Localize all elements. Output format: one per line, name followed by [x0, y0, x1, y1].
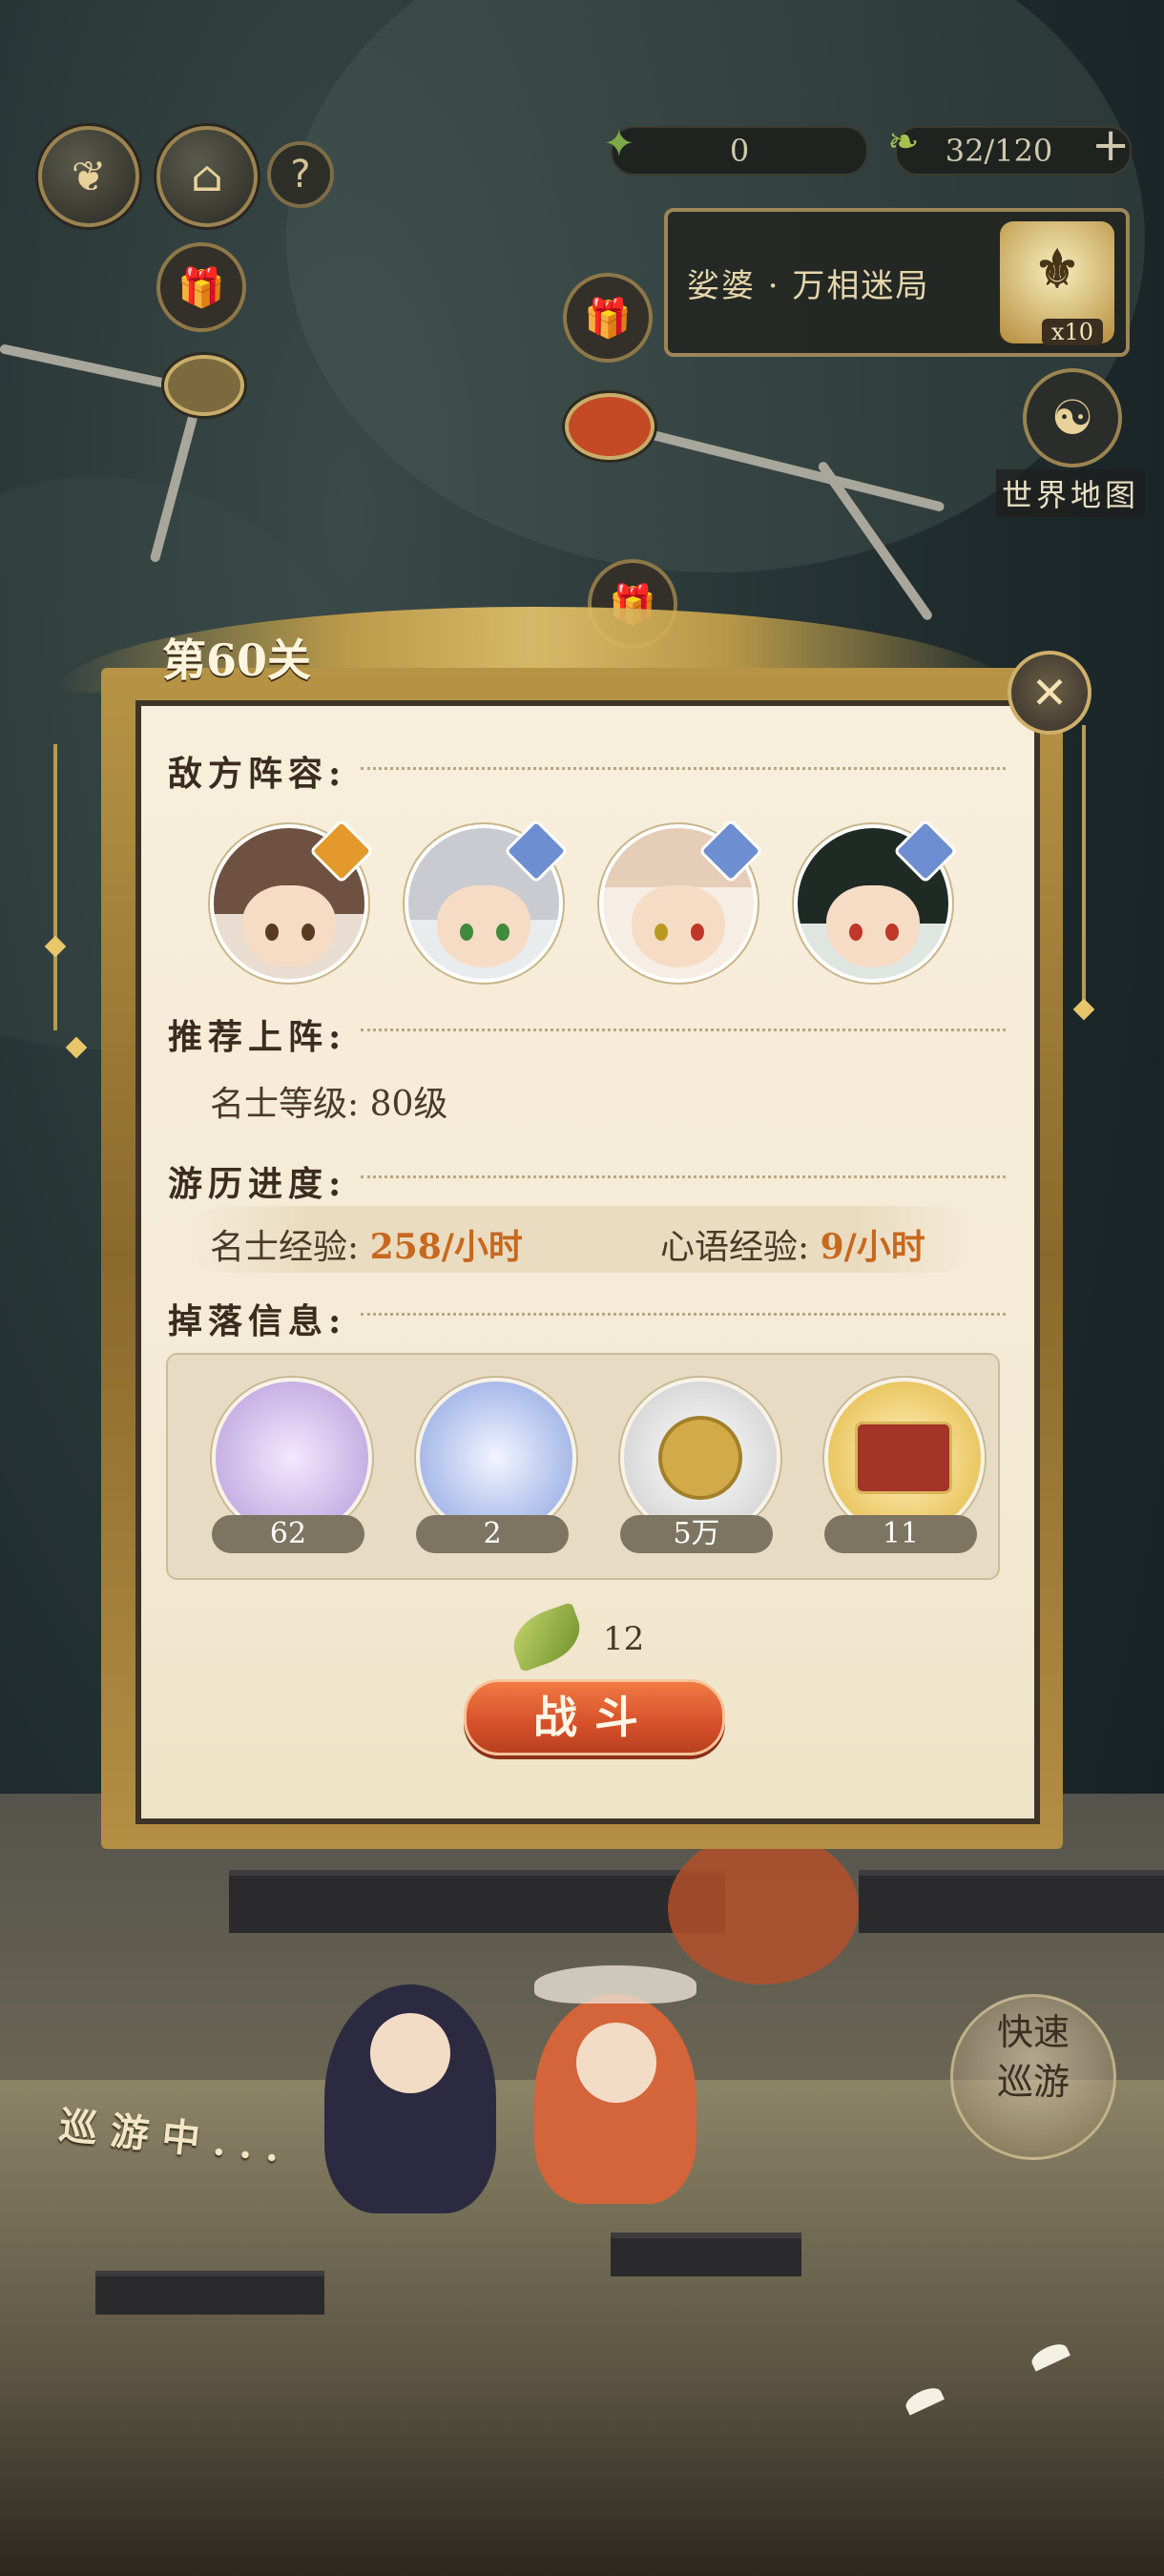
exp-mingshi-value: 258/小时 — [369, 1227, 523, 1267]
avatar-face — [826, 885, 920, 967]
market-stall — [95, 2271, 324, 2315]
gift-node-icon[interactable]: 🎁 — [156, 242, 246, 332]
resource-b-value: 32/120 — [945, 133, 1053, 169]
divider — [361, 1313, 1006, 1316]
world-map-button[interactable]: ☯ — [1023, 368, 1122, 467]
avatar-eye — [496, 924, 509, 941]
recommend-label: 推荐上阵: — [168, 1017, 347, 1057]
drop-count: 5万 — [620, 1515, 773, 1553]
recommend-level: 名士等级: 80级 — [210, 1085, 448, 1124]
drop-item-bowl-icon[interactable] — [416, 1378, 576, 1538]
stage-reward-count: x10 — [1041, 319, 1103, 345]
cost-value: 12 — [603, 1620, 645, 1658]
avatar-eye — [460, 924, 473, 941]
stage-panel[interactable]: 娑婆 · 万相迷局 ⚜ x10 — [664, 208, 1130, 357]
drop-count: 11 — [824, 1515, 977, 1553]
avatar-eye — [849, 924, 863, 941]
divider — [361, 1175, 1006, 1178]
avatar-eye — [655, 924, 668, 941]
box-shape — [855, 1422, 952, 1494]
market-stall — [611, 2233, 801, 2276]
battle-button[interactable]: 战斗 — [464, 1679, 725, 1755]
exp-xinyu-value: 9/小时 — [820, 1227, 925, 1267]
avatar-eye — [691, 924, 704, 941]
resource-bar-a: 0 — [611, 126, 868, 176]
drop-label: 掉落信息: — [168, 1301, 347, 1341]
help-button[interactable]: ? — [267, 141, 334, 208]
avatar-eye — [885, 924, 899, 941]
drop-item-book-icon[interactable] — [212, 1378, 372, 1538]
divider — [361, 767, 1006, 770]
hanging-ornament — [53, 744, 57, 1030]
add-stamina-button[interactable]: + — [1091, 118, 1130, 172]
autumn-tree — [668, 1832, 859, 1984]
divider — [361, 1028, 1006, 1031]
close-button[interactable]: ✕ — [1008, 651, 1091, 735]
map-menu-button[interactable]: ❦ — [38, 126, 139, 227]
character-hat — [534, 1965, 696, 2004]
building-roof — [859, 1870, 1164, 1933]
grass-icon: ✦ — [603, 122, 635, 166]
world-map-label: 世界地图 — [996, 469, 1146, 517]
exp-mingshi-label: 名士经验: — [210, 1228, 360, 1267]
avatar-eye — [301, 924, 315, 941]
drop-count: 62 — [212, 1515, 364, 1553]
coin-shape — [658, 1416, 742, 1500]
character-face — [576, 2023, 656, 2103]
character-face — [370, 2013, 450, 2093]
hanging-ornament — [1072, 998, 1095, 1021]
level-title: 第60关 — [162, 634, 312, 686]
enemy-lineup-label: 敌方阵容: — [168, 754, 347, 794]
quick-tour-label: 快速巡游 — [996, 2011, 1070, 2103]
map-node-current[interactable] — [565, 393, 655, 460]
drop-count: 2 — [416, 1515, 569, 1553]
leaf-icon: ❧ — [887, 120, 920, 164]
exp-xinyu: 心语经验: 9/小时 — [660, 1219, 925, 1269]
stage-title: 娑婆 · 万相迷局 — [687, 267, 930, 305]
map-node[interactable] — [164, 355, 244, 416]
gift-node-icon[interactable]: 🎁 — [563, 273, 653, 363]
avatar-face — [437, 885, 530, 967]
exp-xinyu-label: 心语经验: — [660, 1228, 810, 1267]
hanging-ornament — [1082, 725, 1086, 1011]
exp-mingshi: 名士经验: 258/小时 — [210, 1219, 523, 1269]
pavilion-button[interactable]: ⌂ — [156, 126, 258, 227]
resource-a-value: 0 — [729, 133, 750, 169]
avatar-face — [632, 885, 725, 967]
building-roof — [229, 1870, 725, 1933]
avatar-face — [242, 885, 336, 967]
progress-label: 游历进度: — [168, 1164, 347, 1204]
avatar-eye — [265, 924, 279, 941]
